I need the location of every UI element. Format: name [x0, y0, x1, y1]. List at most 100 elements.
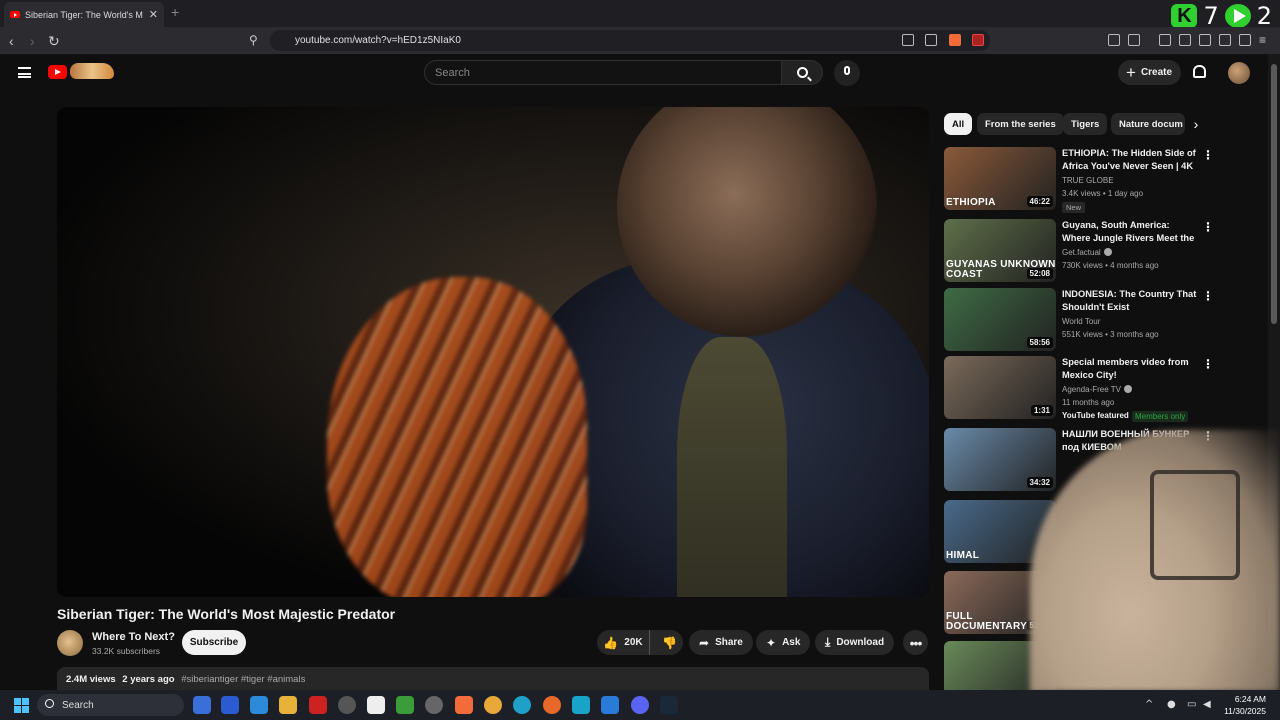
cast-icon[interactable]	[902, 34, 914, 46]
recommendation-meta: 3.4K views • 1 day ago	[1062, 189, 1144, 198]
file-explorer-icon[interactable]	[279, 696, 297, 714]
taskbar-app-icon[interactable]	[250, 696, 268, 714]
browser-tab[interactable]: Siberian Tiger: The World's M ✕	[4, 2, 164, 27]
notifications-bell-icon[interactable]	[1193, 65, 1206, 78]
windows-start-icon[interactable]	[14, 698, 29, 713]
taskbar-app-icon[interactable]	[367, 696, 385, 714]
back-icon[interactable]: ‹	[9, 33, 14, 49]
recommendation-title[interactable]: Special members video from Mexico City!	[1062, 356, 1198, 382]
create-button[interactable]: + Create	[1118, 60, 1181, 85]
recommendation-item[interactable]: ETHIOPIA 46:22 ETHIOPIA: The Hidden Side o…	[944, 147, 1214, 213]
brave-browser-icon[interactable]	[455, 696, 473, 714]
recommendation-thumbnail[interactable]: 1:31	[944, 356, 1056, 419]
chip-all[interactable]: All	[944, 113, 973, 135]
like-button[interactable]: 👍 20K	[597, 630, 650, 655]
firefox-icon[interactable]	[543, 696, 561, 714]
steam-icon[interactable]	[660, 696, 678, 714]
recommendation-thumbnail[interactable]: GUYANAS UNKNOWN COAST 52:08	[944, 219, 1056, 282]
taskbar-app-icon[interactable]	[221, 696, 239, 714]
leo-ai-icon[interactable]	[1219, 34, 1231, 46]
network-icon[interactable]: ▭	[1187, 699, 1196, 710]
extensions-icon[interactable]	[1108, 34, 1120, 46]
recommendation-thumbnail[interactable]: 34:32	[944, 428, 1056, 491]
hashtags[interactable]: #siberiantiger #tiger #animals	[181, 674, 305, 685]
youtube-doodle[interactable]	[70, 63, 114, 79]
share-button[interactable]: ➦ Share	[689, 630, 753, 655]
chrome-icon[interactable]	[484, 696, 502, 714]
forward-icon[interactable]: ›	[30, 33, 35, 49]
recommendation-item[interactable]: 58:56 INDONESIA: The Country That Shouldn…	[944, 288, 1214, 352]
menu-icon[interactable]: ≡	[1259, 33, 1266, 47]
video-player[interactable]	[57, 107, 929, 597]
more-options-icon[interactable]: ⋮	[1202, 358, 1214, 370]
more-options-icon[interactable]: ⋮	[1202, 149, 1214, 161]
edge-icon[interactable]	[513, 696, 531, 714]
discord-icon[interactable]	[631, 696, 649, 714]
vpn-icon[interactable]	[1239, 34, 1251, 46]
taskbar-search[interactable]: Search	[37, 694, 184, 716]
share-page-icon[interactable]	[925, 34, 937, 46]
subscribe-button[interactable]: Subscribe	[182, 630, 246, 655]
download-icon: ⤓	[825, 635, 831, 649]
brave-shields-icon[interactable]	[949, 34, 961, 46]
taskbar-app-icon[interactable]	[338, 696, 356, 714]
recommendation-channel[interactable]: Agenda-Free TV	[1062, 385, 1132, 394]
recommendation-title[interactable]: Guyana, South America: Where Jungle Rive…	[1062, 219, 1198, 245]
recommendation-channel[interactable]: TRUE GLOBE	[1062, 176, 1114, 185]
recommendation-title[interactable]: ETHIOPIA: The Hidden Side of Africa You'…	[1062, 147, 1198, 173]
recommendation-item[interactable]: 1:31 Special members video from Mexico Ci…	[944, 356, 1214, 422]
tray-chevron-icon[interactable]: ^	[1145, 699, 1153, 710]
clock-date: 11/30/2025	[1224, 706, 1266, 716]
chip-from-the-series[interactable]: From the series	[977, 113, 1064, 135]
search-button[interactable]	[781, 60, 823, 85]
chip-tigers[interactable]: Tigers	[1063, 113, 1108, 135]
reload-icon[interactable]: ↻	[48, 33, 60, 50]
download-button[interactable]: ⤓ Download	[815, 630, 895, 655]
clock[interactable]: 6:24 AM 11/30/2025	[1224, 693, 1266, 717]
wallet-icon[interactable]	[1199, 34, 1211, 46]
more-actions-button[interactable]: •••	[903, 630, 928, 655]
recommendation-title[interactable]: INDONESIA: The Country That Shouldn't Ex…	[1062, 288, 1198, 314]
chip-nature-documentaries[interactable]: Nature docum	[1111, 113, 1185, 135]
dislike-button[interactable]: 👎	[656, 636, 683, 650]
ask-button[interactable]: ✦ Ask	[756, 630, 811, 655]
more-options-icon[interactable]: ⋮	[1202, 290, 1214, 302]
taskbar-app-icon[interactable]	[425, 696, 443, 714]
hamburger-menu-icon[interactable]	[18, 67, 31, 78]
taskbar-app-icon[interactable]	[193, 696, 211, 714]
browser-tab-strip: Siberian Tiger: The World's M ✕ + K 7 2	[0, 0, 1280, 30]
recommendation-thumbnail[interactable]: ETHIOPIA 46:22	[944, 147, 1056, 210]
youtube-logo-icon[interactable]	[48, 65, 67, 79]
microphone-tray-icon[interactable]: ●	[1167, 699, 1176, 710]
channel-name[interactable]: Where To Next?	[92, 631, 175, 643]
taskbar-app-icon[interactable]	[572, 696, 590, 714]
recommendation-channel[interactable]: Get.factual	[1062, 248, 1112, 257]
media-icon[interactable]	[1159, 34, 1171, 46]
close-tab-icon[interactable]: ✕	[149, 8, 158, 21]
bookmark-icon[interactable]: ⚲	[249, 33, 258, 47]
voice-search-button[interactable]	[834, 60, 860, 86]
new-tab-icon[interactable]: +	[171, 4, 179, 20]
youtube-header: Search + Create	[0, 54, 1268, 92]
recommendation-channel[interactable]: World Tour	[1062, 317, 1100, 326]
youtube-favicon-icon	[10, 11, 20, 18]
search-input[interactable]: Search	[424, 60, 782, 85]
sidebar-icon[interactable]	[1179, 34, 1191, 46]
thumbnail-text: ETHIOPIA	[946, 197, 996, 208]
recommendation-item[interactable]: GUYANAS UNKNOWN COAST 52:08 Guyana, South …	[944, 219, 1214, 283]
recommendation-thumbnail[interactable]: 58:56	[944, 288, 1056, 351]
volume-icon[interactable]: ◀	[1203, 699, 1211, 710]
channel-avatar[interactable]	[57, 630, 83, 656]
video-duration: 58:56	[1026, 337, 1053, 348]
taskbar-app-icon[interactable]	[396, 696, 414, 714]
brave-rewards-icon[interactable]	[972, 34, 984, 46]
screenshot-icon[interactable]	[1128, 34, 1140, 46]
scrollbar-thumb[interactable]	[1271, 64, 1277, 324]
more-options-icon[interactable]: ⋮	[1202, 221, 1214, 233]
account-avatar[interactable]	[1228, 62, 1250, 84]
vscode-icon[interactable]	[601, 696, 619, 714]
video-title: Siberian Tiger: The World's Most Majesti…	[57, 606, 396, 622]
address-bar[interactable]: youtube.com/watch?v=hED1z5NIaK0	[270, 30, 990, 51]
taskbar-app-icon[interactable]	[309, 696, 327, 714]
chevron-right-icon[interactable]: ›	[1185, 113, 1207, 135]
